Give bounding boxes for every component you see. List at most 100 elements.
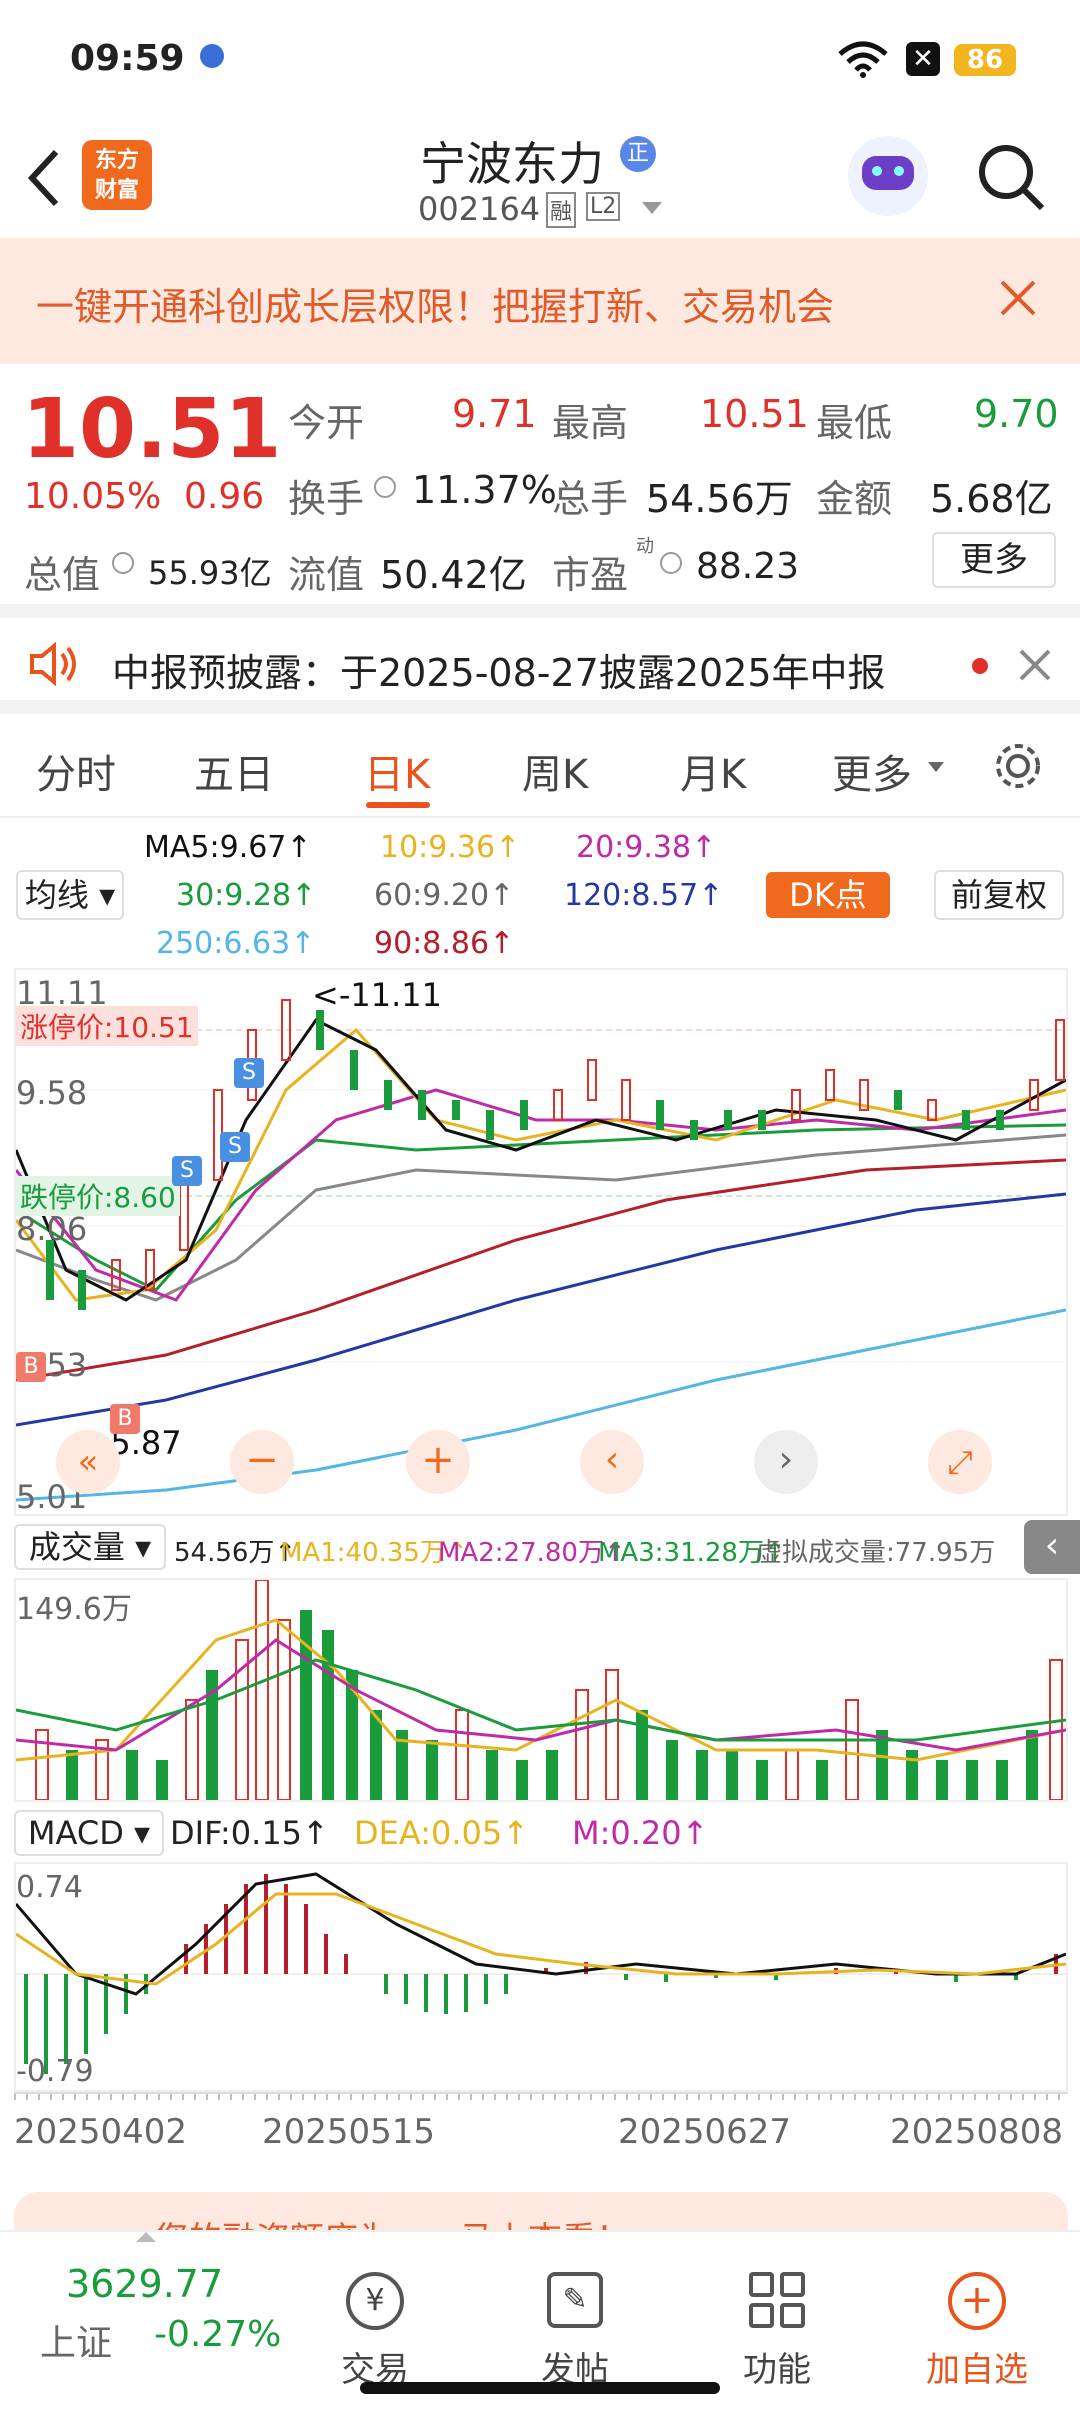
kline-chart[interactable]: 11.11 涨停价:10.51 9.58 跌停价:8.60 8.06 6.53 …: [14, 968, 1068, 1516]
volume-legend: 成交量 ▾ 54.56万↑ MA1:40.35万↑ MA2:27.80万↑ MA…: [0, 1516, 1080, 1578]
back-icon[interactable]: [24, 148, 64, 208]
buy-marker[interactable]: B: [16, 1352, 46, 1382]
y-axis-low: 8.06: [16, 1210, 88, 1248]
chevron-up-icon[interactable]: [136, 2232, 156, 2242]
sell-marker[interactable]: S: [172, 1156, 202, 1186]
pe-label: 市盈: [552, 553, 629, 597]
candle: [962, 1110, 970, 1130]
edit-icon: ✎: [547, 2272, 603, 2328]
ma30-value: 30:9.28↑: [176, 878, 317, 913]
fullscreen-icon[interactable]: ⤢: [928, 1430, 992, 1494]
grid-icon: [749, 2272, 805, 2328]
ma250-line: [16, 1308, 1066, 1502]
app-notification-icon: ✕: [906, 42, 940, 76]
promo-banner[interactable]: 一键开通科创成长层权限！把握打新、交易机会: [0, 238, 1080, 364]
macd-selector[interactable]: MACD ▾: [14, 1810, 164, 1856]
candle: [587, 1059, 597, 1101]
change-pct: 10.05%: [24, 476, 162, 517]
ma20-value: 20:9.38↑: [576, 830, 717, 865]
ma90-value: 90:8.86↑: [374, 926, 515, 961]
index-change: -0.27%: [154, 2314, 282, 2355]
candle: [316, 1010, 324, 1050]
more-button[interactable]: 更多: [932, 532, 1056, 588]
low-label: 最低: [816, 401, 893, 445]
volume-y-top: 149.6万: [16, 1592, 132, 1627]
settings-gear-icon[interactable]: [990, 738, 1046, 794]
amount-label: 金额: [816, 477, 893, 521]
turnover-value: 11.37%: [412, 468, 557, 512]
stock-header: 东方 财富 宁波东力 正 002164 融 L2: [0, 120, 1080, 238]
buy-marker[interactable]: B: [110, 1404, 140, 1434]
active-tab-indicator: [366, 802, 430, 808]
turnover-label: 换手: [288, 477, 365, 521]
sell-marker[interactable]: S: [220, 1132, 250, 1162]
macd-legend: MACD ▾ DIF:0.15↑ DEA:0.05↑ M:0.20↑: [0, 1804, 1080, 1862]
info-icon[interactable]: [112, 552, 134, 574]
change-value: 0.96: [184, 476, 265, 517]
ma5-value: MA5:9.67↑: [144, 830, 312, 865]
pe-type: 动: [636, 536, 654, 557]
zoom-in-button[interactable]: +: [406, 1430, 470, 1494]
banner-text: 一键开通科创成长层权限！把握打新、交易机会: [36, 285, 835, 329]
candle: [452, 1100, 460, 1120]
tab-intraday[interactable]: 分时: [36, 742, 116, 800]
verified-badge: 正: [620, 136, 656, 172]
date-axis: 20250402 20250515 20250627 20250808: [14, 2092, 1068, 2162]
tab-5day[interactable]: 五日: [194, 742, 274, 800]
info-icon[interactable]: [374, 476, 396, 498]
margin-tag: 融: [546, 192, 577, 228]
candle: [894, 1090, 902, 1110]
ma60-value: 60:9.20↑: [374, 878, 515, 913]
high-value: 10.51: [700, 392, 809, 436]
close-icon[interactable]: [998, 278, 1038, 318]
macd-m: M:0.20↑: [572, 1814, 709, 1852]
volume-label: 总手: [552, 477, 629, 521]
date-ticks: [14, 2092, 1068, 2100]
ma120-line: [16, 1192, 1066, 1427]
collapse-panel-icon[interactable]: ‹: [1024, 1520, 1080, 1574]
tab-more[interactable]: 更多: [832, 742, 912, 800]
candle: [418, 1090, 426, 1120]
robot-assistant-icon[interactable]: [848, 136, 928, 216]
candle: [486, 1110, 494, 1140]
pan-right-button[interactable]: ›: [754, 1430, 818, 1494]
zoom-out-button[interactable]: −: [230, 1430, 294, 1494]
candle: [927, 1099, 937, 1121]
dk-point-button[interactable]: DK点: [766, 872, 890, 918]
tab-weekly-k[interactable]: 周K: [522, 742, 588, 800]
dropdown-caret-icon[interactable]: [642, 202, 662, 214]
adjust-button[interactable]: 前复权: [934, 870, 1064, 920]
nav-post[interactable]: ✎ 发帖: [510, 2272, 640, 2391]
tab-monthly-k[interactable]: 月K: [680, 742, 746, 800]
nav-add-watchlist[interactable]: + 加自选: [912, 2272, 1042, 2391]
candle: [350, 1050, 358, 1090]
pan-left-button[interactable]: ‹: [580, 1430, 644, 1494]
volume-value: 54.56万↑: [174, 1538, 297, 1568]
close-icon[interactable]: [1018, 648, 1052, 682]
trade-icon: ¥: [346, 2272, 404, 2330]
stock-code: 002164: [418, 190, 541, 228]
low-value: 9.70: [974, 392, 1059, 436]
stock-name: 宁波东力: [420, 137, 604, 191]
candle: [621, 1079, 631, 1121]
nav-functions[interactable]: 功能: [712, 2272, 842, 2391]
candle: [520, 1100, 528, 1130]
pe-value: 88.23: [696, 546, 800, 587]
open-label: 今开: [288, 401, 365, 445]
home-indicator: [360, 2382, 720, 2394]
ma-selector[interactable]: 均线 ▾: [16, 870, 124, 920]
open-value: 9.71: [452, 392, 537, 436]
virtual-volume: 虚拟成交量:77.95万: [756, 1538, 996, 1568]
macd-dea: DEA:0.05↑: [354, 1814, 530, 1852]
notice-bar[interactable]: 中报预披露：于2025-08-27披露2025年中报: [0, 604, 1080, 714]
info-icon[interactable]: [660, 552, 682, 574]
nav-trade[interactable]: ¥ 交易: [310, 2272, 440, 2391]
volume-selector[interactable]: 成交量 ▾: [14, 1524, 166, 1570]
rewind-button[interactable]: «: [56, 1430, 120, 1494]
y-axis-mid: 9.58: [16, 1074, 88, 1112]
search-icon[interactable]: [976, 142, 1046, 212]
sell-marker[interactable]: S: [234, 1058, 264, 1088]
tab-daily-k[interactable]: 日K: [364, 742, 430, 800]
index-value[interactable]: 3629.77: [66, 2262, 223, 2306]
macd-y-bottom: -0.79: [16, 2054, 94, 2089]
